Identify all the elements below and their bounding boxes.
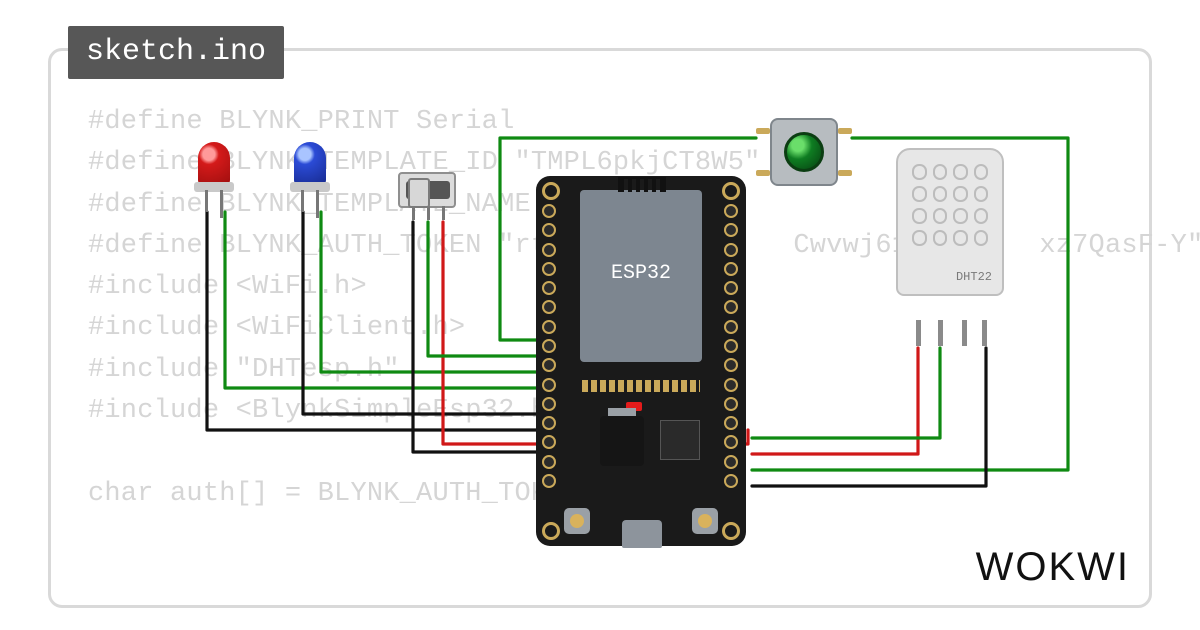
led-blue[interactable] [290,142,330,210]
led-red[interactable] [194,142,234,210]
wokwi-logo: WOKWI [976,545,1130,590]
esp32-board[interactable]: ESP32 [536,176,746,546]
esp32-label: ESP32 [580,262,702,285]
slide-switch[interactable] [398,172,456,208]
file-tab[interactable]: sketch.ino [68,26,284,79]
dht22-sensor[interactable]: DHT22 [896,148,1004,324]
dht22-label: DHT22 [956,270,992,284]
push-button[interactable] [764,112,844,192]
